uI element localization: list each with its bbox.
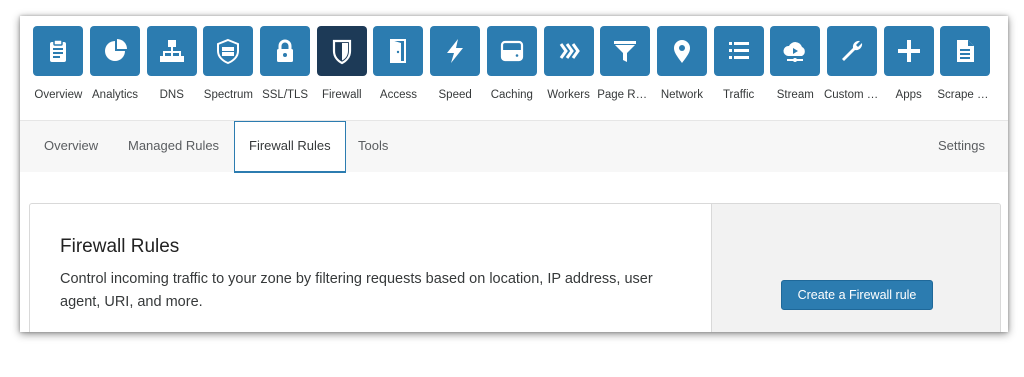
toolbar-traffic[interactable]: Traffic xyxy=(710,26,767,101)
tab-tools[interactable]: Tools xyxy=(358,121,388,173)
toolbar-overview[interactable]: Overview xyxy=(30,26,87,101)
create-firewall-rule-button[interactable]: Create a Firewall rule xyxy=(781,280,933,310)
toolbar-speed[interactable]: Speed xyxy=(427,26,484,101)
toolbar-apps[interactable]: Apps xyxy=(880,26,937,101)
toolbar-label: Traffic xyxy=(722,89,755,101)
toolbar-label: Caching xyxy=(490,89,533,101)
toolbar-network[interactable]: Network xyxy=(654,26,711,101)
toolbar-label: Speed xyxy=(438,89,472,101)
toolbar-label: Workers xyxy=(547,89,590,101)
pie-chart-icon xyxy=(90,26,141,76)
plus-icon xyxy=(883,26,934,76)
toolbar-label: Spectrum xyxy=(203,89,254,101)
tab-firewall-rules[interactable]: Firewall Rules xyxy=(234,121,346,173)
toolbar-label: Apps xyxy=(895,89,922,101)
app-toolbar: Overview Analytics DNS Spectrum SSL/TLS xyxy=(30,26,994,101)
toolbar-label: Page Rules xyxy=(597,89,654,101)
shield-server-icon xyxy=(203,26,254,76)
network-tree-icon xyxy=(146,26,197,76)
card-title: Firewall Rules xyxy=(60,236,180,257)
toolbar-label: Analytics xyxy=(92,89,139,101)
wrench-icon xyxy=(826,26,877,76)
door-icon xyxy=(373,26,424,76)
tab-overview[interactable]: Overview xyxy=(44,121,98,173)
toolbar-spectrum[interactable]: Spectrum xyxy=(200,26,257,101)
dashboard-window: Overview Analytics DNS Spectrum SSL/TLS xyxy=(20,16,1008,332)
cloud-play-icon xyxy=(770,26,821,76)
toolbar-label: Network xyxy=(660,89,703,101)
toolbar-custom-pages[interactable]: Custom Pa... xyxy=(824,26,881,101)
toolbar-label: Overview xyxy=(34,89,83,101)
toolbar-caching[interactable]: Caching xyxy=(484,26,541,101)
toolbar-access[interactable]: Access xyxy=(370,26,427,101)
card-action-panel: Create a Firewall rule xyxy=(711,204,1000,332)
toolbar-page-rules[interactable]: Page Rules xyxy=(597,26,654,101)
lightning-icon xyxy=(430,26,481,76)
funnel-icon xyxy=(600,26,651,76)
workers-chevrons-icon xyxy=(543,26,594,76)
document-icon xyxy=(940,26,991,76)
toolbar-label: Custom Pa... xyxy=(823,89,880,101)
toolbar-dns[interactable]: DNS xyxy=(143,26,200,101)
firewall-subnav: Overview Managed Rules Firewall Rules To… xyxy=(20,120,1008,173)
toolbar-ssl-tls[interactable]: SSL/TLS xyxy=(257,26,314,101)
toolbar-label: DNS xyxy=(159,89,184,101)
toolbar-label: Firewall xyxy=(321,89,362,101)
toolbar-label: Stream xyxy=(776,89,814,101)
card-info: Firewall Rules Control incoming traffic … xyxy=(30,204,711,332)
toolbar-workers[interactable]: Workers xyxy=(540,26,597,101)
toolbar-firewall[interactable]: Firewall xyxy=(313,26,370,101)
shield-icon xyxy=(316,26,367,76)
toolbar-scrape-shield[interactable]: Scrape Shi... xyxy=(937,26,994,101)
lock-icon xyxy=(260,26,311,76)
toolbar-analytics[interactable]: Analytics xyxy=(87,26,144,101)
list-icon xyxy=(713,26,764,76)
location-pin-icon xyxy=(656,26,707,76)
toolbar-label: Scrape Shi... xyxy=(937,89,994,101)
firewall-rules-card: Firewall Rules Control incoming traffic … xyxy=(29,203,1001,332)
clipboard-icon xyxy=(33,26,84,76)
toolbar-stream[interactable]: Stream xyxy=(767,26,824,101)
toolbar-label: SSL/TLS xyxy=(262,89,309,101)
toolbar-label: Access xyxy=(379,89,417,101)
tab-settings[interactable]: Settings xyxy=(938,121,985,173)
server-icon xyxy=(486,26,537,76)
card-description: Control incoming traffic to your zone by… xyxy=(60,271,653,310)
tab-managed-rules[interactable]: Managed Rules xyxy=(128,121,219,173)
